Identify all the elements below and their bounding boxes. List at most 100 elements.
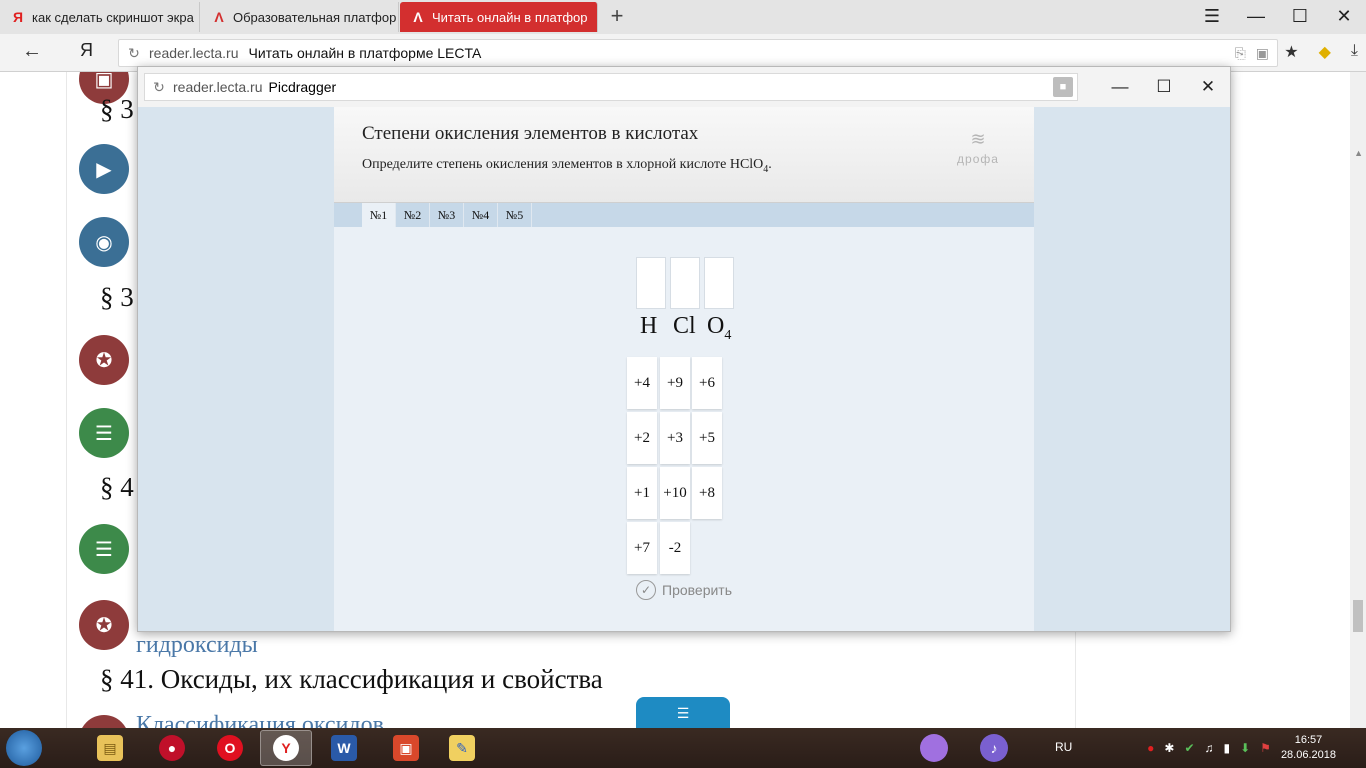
movie-camera-icon[interactable]: ◉: [79, 217, 129, 267]
scrollbar-thumb[interactable]: [1353, 600, 1363, 632]
oxidation-chip[interactable]: -2: [660, 522, 690, 574]
maximize-icon[interactable]: ☐: [1142, 67, 1186, 107]
presentation-icon[interactable]: ▣: [380, 730, 432, 766]
tab-5[interactable]: №5: [498, 203, 532, 227]
lecta-icon: Λ: [214, 9, 224, 25]
tab-4[interactable]: №4: [464, 203, 498, 227]
video-icon[interactable]: ▶: [79, 144, 129, 194]
bottom-panel-toggle[interactable]: ☰: [636, 697, 730, 729]
section-heading: § 3: [100, 94, 134, 124]
explorer-icon[interactable]: ▤: [84, 730, 136, 766]
back-arrow-icon[interactable]: ←: [18, 40, 46, 63]
network-icon[interactable]: ▮: [1224, 741, 1231, 755]
exercise-description: Определите степень окисления элементов в…: [362, 157, 772, 175]
lesson-link[interactable]: гидроксиды: [136, 632, 258, 659]
check-button[interactable]: ✓ Проверить: [636, 580, 732, 600]
oxidation-chip[interactable]: +2: [627, 412, 657, 464]
url-field[interactable]: ↻ reader.lecta.ru Читать онлайн в платфо…: [118, 39, 1278, 67]
system-tray: ● ✱ ✔ ♫ ▮ ⬇ ⚑ 16:57 28.06.2018: [1147, 728, 1336, 768]
browser-tab-3[interactable]: Λ Читать онлайн в платфор ✕: [400, 2, 598, 32]
formula-cl: Cl: [673, 313, 696, 339]
popup-body: Степени окисления элементов в кислотах О…: [138, 107, 1230, 631]
tab-1[interactable]: №1: [362, 203, 396, 227]
close-icon[interactable]: ✕: [1186, 67, 1230, 107]
yandex-icon: Я: [12, 9, 24, 25]
oxidation-chip[interactable]: +6: [692, 357, 722, 409]
oxidation-chip[interactable]: +3: [660, 412, 690, 464]
paint-icon[interactable]: ✎: [436, 730, 488, 766]
url-domain: reader.lecta.ru: [149, 45, 239, 61]
hamburger-icon: ☰: [676, 704, 690, 721]
browser-tab-1[interactable]: Я как сделать скриншот экра: [0, 2, 200, 32]
oxidation-chip[interactable]: +5: [692, 412, 722, 464]
certificate-icon[interactable]: ✪: [79, 335, 129, 385]
checklist-icon[interactable]: ☰: [79, 524, 129, 574]
microphone-icon[interactable]: ♪: [980, 734, 1008, 762]
word-icon[interactable]: W: [318, 730, 370, 766]
oxidation-chip[interactable]: +8: [692, 467, 722, 519]
alice-assistant-icon[interactable]: [920, 734, 948, 762]
lesson-link[interactable]: Классификация оксидов: [136, 712, 384, 728]
lock-icon: ■: [1053, 77, 1073, 97]
download-tray-icon[interactable]: ⬇: [1240, 741, 1250, 755]
oxidation-chip[interactable]: +4: [627, 357, 657, 409]
exercise-panel: Степени окисления элементов в кислотах О…: [334, 107, 1034, 631]
exercise-title: Степени окисления элементов в кислотах: [362, 123, 699, 144]
popup-url-title: Picdragger: [268, 79, 337, 95]
popup-url-domain: reader.lecta.ru: [173, 79, 263, 95]
taskbar: ▤ ● O Y W ▣ ✎ ♪ RU ● ✱ ✔ ♫ ▮ ⬇ ⚑ 16:57 2…: [0, 728, 1366, 768]
shield-icon[interactable]: ✔: [1184, 741, 1194, 755]
reload-icon[interactable]: ↻: [119, 45, 149, 62]
url-page-title: Читать онлайн в платформе LECTA: [248, 45, 482, 61]
close-icon[interactable]: ✕: [1322, 0, 1366, 32]
popup-url-field: ↻ reader.lecta.ru Picdragger ■: [144, 73, 1078, 101]
oxidation-chip[interactable]: +9: [660, 357, 690, 409]
yandex-browser-red-icon[interactable]: ●: [146, 730, 198, 766]
close-tab-icon[interactable]: ✕: [596, 7, 598, 27]
yandex-browser-icon[interactable]: Y: [260, 730, 312, 766]
speaker-icon[interactable]: ♫: [1205, 741, 1214, 755]
bookmark-star-icon[interactable]: ★: [1284, 42, 1298, 62]
update-icon[interactable]: ✱: [1164, 741, 1174, 755]
certificate-icon[interactable]: ✪: [79, 600, 129, 650]
exercise-tabs: №1 №2 №3 №4 №5: [334, 203, 1034, 227]
formula-o: O4: [707, 313, 732, 343]
oxidation-chip[interactable]: +7: [627, 522, 657, 574]
popup-window: ↻ reader.lecta.ru Picdragger ■ — ☐ ✕ Сте…: [137, 66, 1231, 632]
browser-tab-2[interactable]: Λ Образовательная платфор: [201, 2, 399, 32]
lock-icon[interactable]: ▣: [1256, 45, 1269, 62]
opera-icon[interactable]: O: [204, 730, 256, 766]
oxidation-chip[interactable]: +10: [660, 467, 690, 519]
drop-slot-h[interactable]: [636, 257, 666, 309]
tab-label: как сделать скриншот экра: [32, 9, 194, 25]
reload-icon[interactable]: ↻: [145, 79, 173, 96]
drofa-logo: ≋ дрофа: [948, 129, 1008, 168]
clock[interactable]: 16:57 28.06.2018: [1281, 733, 1336, 763]
check-button-label: Проверить: [662, 582, 733, 598]
tab-2[interactable]: №2: [396, 203, 430, 227]
start-button[interactable]: [6, 730, 42, 766]
translate-icon[interactable]: ⎘: [1235, 45, 1246, 62]
tab-label: Читать онлайн в платфор: [432, 9, 588, 25]
yandex-home-icon[interactable]: Я: [80, 40, 100, 61]
language-indicator[interactable]: RU: [1055, 740, 1072, 754]
menu-icon[interactable]: ☰: [1190, 0, 1234, 32]
maximize-icon[interactable]: ☐: [1278, 0, 1322, 32]
oxidation-chip[interactable]: +1: [627, 467, 657, 519]
section-heading: § 3: [100, 282, 134, 312]
new-tab-button[interactable]: +: [606, 4, 628, 28]
checklist-icon[interactable]: ☰: [79, 408, 129, 458]
opera-tray-icon[interactable]: ●: [1147, 741, 1154, 755]
drofa-bird-icon: ≋: [970, 129, 986, 149]
minimize-icon[interactable]: —: [1098, 67, 1142, 107]
tab-label: Образовательная платфор: [233, 9, 397, 25]
flag-icon[interactable]: ⚑: [1260, 741, 1271, 755]
minimize-icon[interactable]: —: [1234, 0, 1278, 32]
drop-slot-o[interactable]: [704, 257, 734, 309]
download-icon[interactable]: ⤓: [1351, 42, 1358, 62]
lecta-icon: Λ: [413, 9, 423, 25]
extension-icon[interactable]: ◆: [1319, 42, 1331, 62]
drop-slot-cl[interactable]: [670, 257, 700, 309]
scroll-up-icon[interactable]: ▲: [1354, 148, 1363, 158]
tab-3[interactable]: №3: [430, 203, 464, 227]
